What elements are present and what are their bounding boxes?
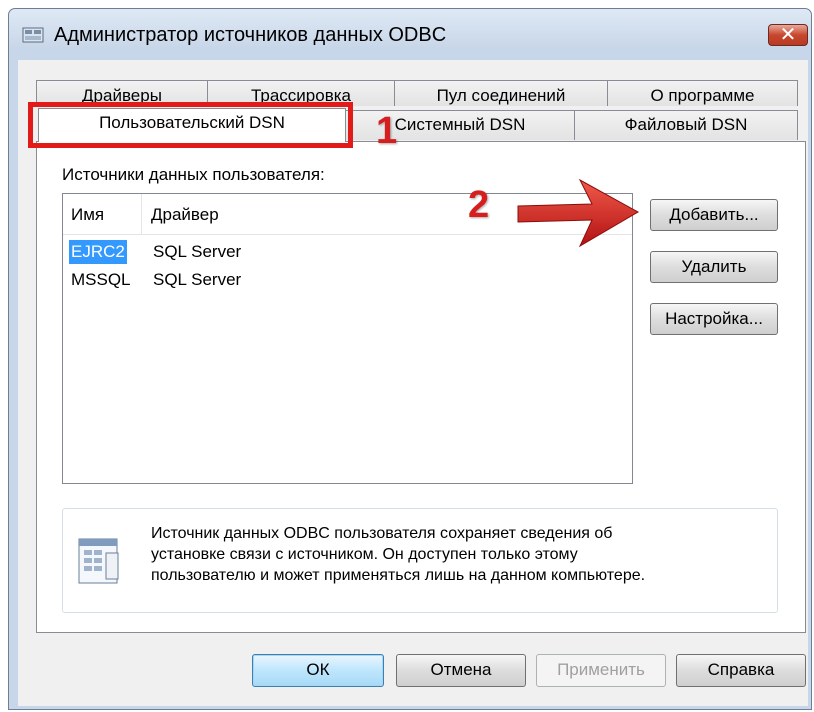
- list-item[interactable]: MSSQL SQL Server: [63, 268, 632, 292]
- help-button[interactable]: Справка: [676, 654, 806, 687]
- info-line: пользователю и может применяться лишь на…: [151, 567, 646, 584]
- dsn-name: MSSQL: [71, 270, 131, 289]
- data-sources-label: Источники данных пользователя:: [62, 165, 325, 184]
- info-box: Источник данных ODBC пользователя сохран…: [62, 508, 778, 613]
- remove-button[interactable]: Удалить: [650, 251, 778, 283]
- add-button[interactable]: Добавить...: [650, 199, 778, 231]
- tab-connection-pooling[interactable]: Пул соединений: [394, 80, 608, 106]
- configure-button[interactable]: Настройка...: [650, 303, 778, 335]
- tab-about[interactable]: О программе: [607, 80, 798, 106]
- tab-file-dsn[interactable]: Файловый DSN: [574, 110, 798, 140]
- column-header-name[interactable]: Имя: [71, 205, 104, 225]
- close-icon: ✕: [779, 22, 797, 46]
- red-arrow-icon: [517, 178, 640, 248]
- dsn-driver: SQL Server: [153, 270, 242, 289]
- step-number-2: 2: [468, 184, 490, 226]
- cancel-button[interactable]: Отмена: [396, 654, 526, 687]
- window-title: Администратор источников данных ODBC: [54, 24, 447, 46]
- odbc-window-icon: [22, 27, 44, 43]
- step-number-1: 1: [376, 110, 398, 152]
- info-document-icon: [78, 538, 119, 584]
- dsn-name: EJRC2: [69, 240, 127, 264]
- highlight-box: [28, 102, 353, 148]
- column-header-driver[interactable]: Драйвер: [151, 205, 219, 225]
- dsn-driver: SQL Server: [153, 242, 242, 261]
- ok-button[interactable]: ОК: [252, 654, 384, 687]
- column-divider[interactable]: [141, 194, 142, 234]
- info-text: Источник данных ODBC пользователя сохран…: [151, 523, 771, 586]
- apply-button[interactable]: Применить: [536, 654, 666, 687]
- close-button[interactable]: ✕: [768, 22, 808, 46]
- info-line: Источник данных ODBC пользователя сохран…: [151, 525, 613, 542]
- info-line: установке связи с источником. Он доступе…: [151, 546, 578, 563]
